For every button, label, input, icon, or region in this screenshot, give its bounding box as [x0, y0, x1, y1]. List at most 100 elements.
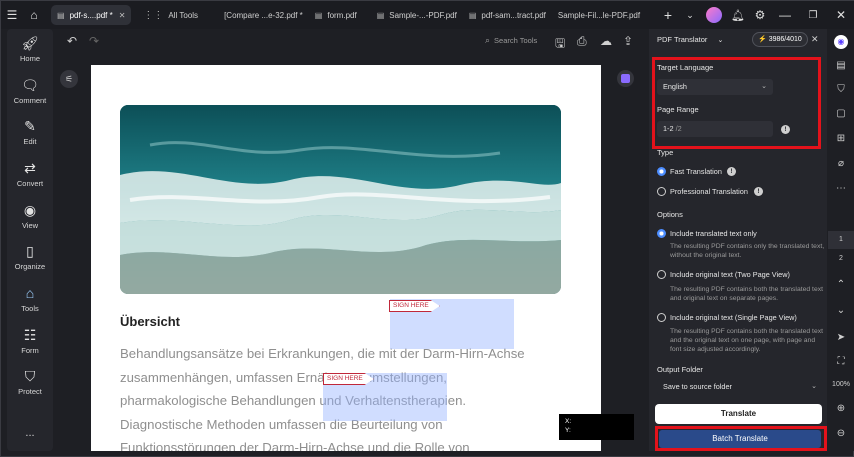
sidebar-item-edit[interactable]: ✎ Edit — [7, 118, 53, 146]
more-icon[interactable]: ⋯ — [828, 183, 854, 194]
menu-icon[interactable]: ☰ — [1, 1, 23, 29]
tools-icon: ⌂ — [25, 285, 35, 301]
info-icon[interactable]: ! — [727, 167, 736, 176]
chevron-down-icon: ⌄ — [811, 383, 817, 390]
fast-translation-radio[interactable] — [657, 167, 666, 176]
close-icon[interactable]: ✕ — [119, 11, 126, 20]
single-page-view-label: Include original text (Single Page View) — [670, 313, 797, 322]
comment-icon: 🗨︎ — [21, 77, 39, 93]
sign-here-tag[interactable]: SIGN HERE — [389, 300, 440, 312]
sidebar-item-home[interactable]: 🚀︎ Home — [7, 35, 53, 63]
bell-icon[interactable]: 🔔︎ — [727, 1, 749, 29]
form-icon: ☷ — [23, 327, 37, 343]
single-page-view-desc: The resulting PDF contains both the tran… — [670, 328, 824, 353]
close-window-icon[interactable]: ✕ — [827, 1, 854, 29]
body-line: Funktionsstörungen der Darm-Hirn-Achse u… — [120, 440, 470, 451]
cursor-icon[interactable]: ➤ — [828, 332, 854, 343]
right-rail: ◉ ▤ ⛉ ▢ ⊞ ⌀ ⋯ 1 2 ⌃ ⌄ ➤ ⛶ 100% ⊕ ⊖ — [828, 29, 854, 451]
sidebar-item-convert[interactable]: ⇄ Convert — [7, 160, 53, 188]
page-panel-icon[interactable] — [617, 70, 634, 87]
info-icon[interactable]: ! — [754, 187, 763, 196]
zoom-out-icon[interactable]: ⊖ — [828, 428, 854, 439]
panel-title[interactable]: PDF Translator ⌄ — [657, 35, 723, 44]
tab-pdf-sample-extract[interactable]: ▤ pdf-sam...tract.pdf — [463, 5, 552, 25]
share-icon[interactable]: ⇪ — [623, 34, 633, 48]
translated-only-desc: The resulting PDF contains only the tran… — [670, 243, 825, 259]
organize-icon: ▯ — [26, 243, 34, 259]
professional-translation-label: Professional Translation — [670, 187, 748, 196]
grid-icon[interactable]: ⊞ — [828, 133, 854, 144]
redo-icon[interactable]: ↷ — [89, 34, 99, 48]
ocean-wave-image — [120, 105, 561, 294]
home-icon[interactable]: ⌂ — [23, 1, 45, 29]
sidebar-item-organize[interactable]: ▯ Organize — [7, 243, 53, 271]
window-controls: + ⌄ 🔔︎ ⚙ — ❐ ✕ — [657, 1, 854, 29]
output-folder-select[interactable]: Save to source folder ⌄ — [657, 379, 823, 395]
coord-y: Y: — [565, 427, 571, 434]
left-sidebar: 🚀︎ Home 🗨︎ Comment ✎ Edit ⇄ Convert ◉ Vi… — [7, 29, 53, 451]
minimize-icon[interactable]: — — [771, 1, 799, 29]
attachment-icon[interactable]: ⌀ — [828, 158, 854, 169]
tab-document-active[interactable]: ▤ pdf-s....pdf * ✕ — [51, 5, 132, 25]
tab-compare[interactable]: [Compare ...e-32.pdf * — [218, 5, 309, 25]
zoom-level[interactable]: 100% — [828, 381, 854, 388]
bookmark-icon[interactable]: ⛉ — [828, 84, 854, 95]
sidebar-item-label: View — [21, 221, 39, 230]
cloud-upload-icon[interactable]: ☁ — [600, 34, 612, 48]
chevron-down-icon[interactable]: ⌄ — [828, 305, 854, 316]
undo-icon[interactable]: ↶ — [67, 34, 77, 48]
sign-here-tag[interactable]: SIGN HERE — [323, 373, 374, 385]
sidebar-item-comment[interactable]: 🗨︎ Comment — [7, 77, 53, 105]
save-icon[interactable]: 🖫︎ — [555, 34, 565, 55]
pdf-page: Übersicht Behandlungsansätze bei Erkrank… — [91, 65, 601, 451]
restore-icon[interactable]: ❐ — [799, 1, 827, 29]
bolt-icon: ⚡ — [758, 36, 767, 43]
new-tab-icon[interactable]: + — [657, 1, 679, 29]
close-panel-icon[interactable]: ✕ — [811, 34, 819, 45]
fit-page-icon[interactable]: ⛶ — [828, 356, 854, 367]
single-page-view-radio[interactable] — [657, 313, 666, 322]
page-number-1[interactable]: 1 — [828, 231, 854, 249]
more-button[interactable]: ... — [7, 427, 53, 439]
two-page-view-label: Include original text (Two Page View) — [670, 270, 790, 279]
sidebar-item-label: Comment — [13, 96, 47, 105]
layout-icon[interactable]: ▤ — [828, 60, 854, 71]
tab-form[interactable]: ▤ form.pdf — [309, 5, 363, 25]
page-number-2[interactable]: 2 — [828, 255, 854, 262]
sidebar-item-label: Organize — [14, 262, 46, 271]
app-logo-icon[interactable]: ◉ — [828, 35, 854, 49]
tab-label: pdf-s....pdf * — [69, 10, 113, 20]
tab-label: form.pdf — [327, 10, 357, 20]
tab-label: All Tools — [168, 10, 199, 20]
sidebar-item-tools[interactable]: ⌂ Tools — [7, 285, 53, 313]
credits-badge: ⚡ 3986/4010 — [752, 32, 808, 47]
tab-label: Sample-Fil...le-PDF.pdf — [557, 10, 641, 20]
translated-only-radio[interactable] — [657, 229, 666, 238]
gear-icon[interactable]: ⚙ — [749, 1, 771, 29]
chevron-down-icon[interactable]: ⌄ — [679, 1, 701, 29]
document-icon: ▤ — [57, 10, 65, 20]
sidebar-item-form[interactable]: ☷ Form — [7, 327, 53, 355]
sidebar-item-view[interactable]: ◉ View — [7, 202, 53, 230]
filter-icon[interactable]: ⚟ — [60, 70, 78, 88]
sidebar-item-label: Tools — [21, 304, 39, 313]
chevron-up-icon[interactable]: ⌃ — [828, 279, 854, 290]
two-page-view-radio[interactable] — [657, 270, 666, 279]
tab-all-tools[interactable]: ⋮⋮ All Tools — [137, 5, 204, 25]
sidebar-item-protect[interactable]: ⛉ Protect — [7, 368, 53, 396]
grid-icon: ⋮⋮ — [143, 9, 164, 21]
app-window: ☰ ⌂ ▤ pdf-s....pdf * ✕ ⋮⋮ All Tools [Com… — [0, 0, 854, 457]
zoom-in-icon[interactable]: ⊕ — [828, 403, 854, 414]
search-tools-label: Search Tools — [494, 36, 538, 45]
professional-translation-radio[interactable] — [657, 187, 666, 196]
comment-icon[interactable]: ▢ — [828, 108, 854, 119]
tab-sample-pdf[interactable]: ▤ Sample-...-PDF.pdf — [371, 5, 463, 25]
print-icon[interactable]: ⎙ — [577, 34, 587, 49]
tab-sample-file[interactable]: Sample-Fil...le-PDF.pdf — [552, 5, 646, 25]
search-tools[interactable]: ⌕ Search Tools — [485, 35, 537, 46]
panel-title-label: PDF Translator — [657, 35, 708, 44]
translate-button[interactable]: Translate — [655, 404, 822, 424]
output-folder-value: Save to source folder — [663, 382, 732, 391]
document-icon: ▤ — [376, 10, 385, 20]
avatar[interactable] — [706, 7, 722, 23]
